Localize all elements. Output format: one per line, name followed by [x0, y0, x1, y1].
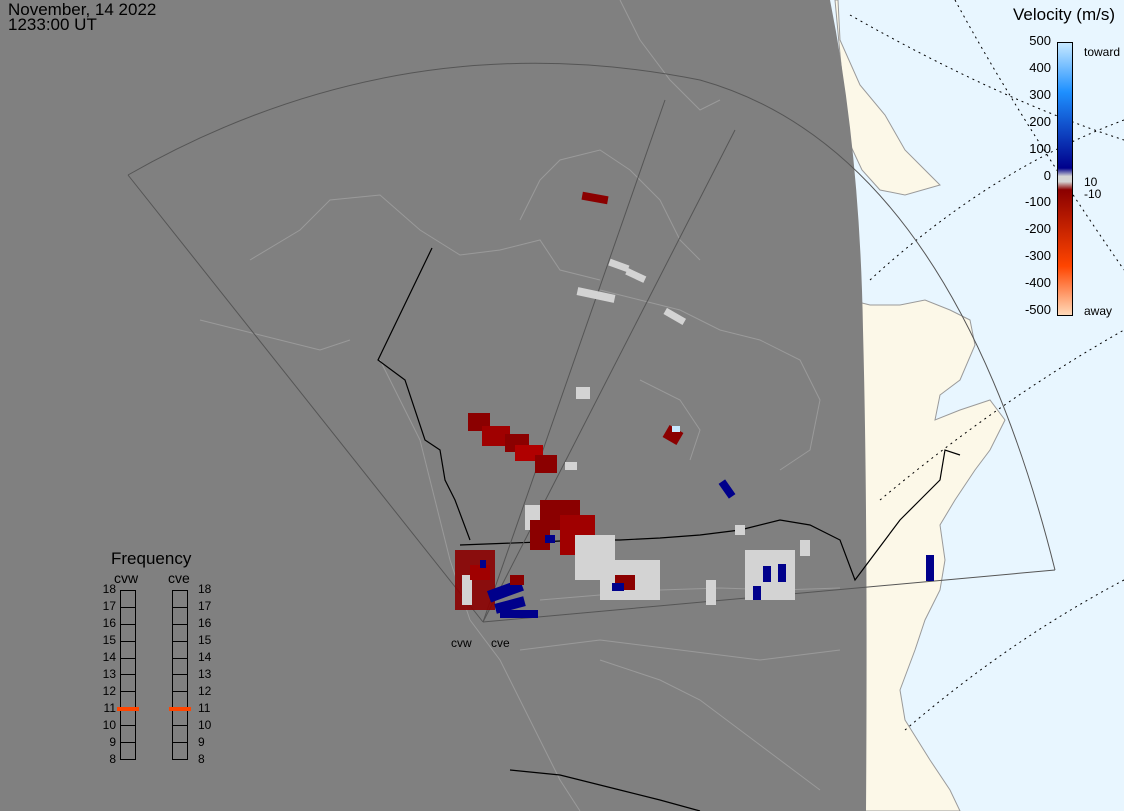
frequency-cell [121, 675, 135, 693]
frequency-cell [173, 675, 187, 693]
frequency-tick-left: 11 [103, 701, 116, 715]
frequency-title: Frequency [111, 549, 192, 568]
frequency-tick-right: 12 [198, 684, 212, 698]
velocity-colorbar [1057, 42, 1073, 316]
time-label: 1233:00 UT [8, 15, 97, 34]
frequency-cell [173, 625, 187, 642]
frequency-tick-right: 14 [198, 650, 212, 664]
colorbar-tick: -400 [1024, 275, 1051, 291]
frequency-radar-cvw: cvw [114, 570, 139, 586]
colorbar-tick: -300 [1024, 248, 1051, 264]
frequency-tick-right: 17 [198, 599, 212, 613]
colorbar-tick: 500 [1029, 33, 1051, 48]
frequency-tick-left: 8 [109, 752, 116, 766]
frequency-tick-left: 16 [102, 616, 116, 630]
colorbar-tick: -200 [1024, 221, 1051, 237]
frequency-marker-cvw [117, 707, 139, 711]
frequency-cell [173, 726, 187, 744]
colorbar-tick: 200 [1029, 113, 1051, 129]
frequency-tick-left: 15 [102, 633, 116, 647]
radar-map [0, 0, 1124, 811]
colorbar-toward-label: toward [1084, 45, 1121, 59]
colorbar-tick: -100 [1024, 194, 1051, 210]
colorbar-title: Velocity (m/s) [1013, 5, 1116, 24]
frequency-tick-left: 17 [102, 599, 116, 613]
frequency-tick-right: 16 [198, 616, 212, 630]
frequency-cell [121, 726, 135, 744]
frequency-tick-right: 11 [198, 701, 211, 715]
frequency-box-cve [172, 590, 188, 760]
colorbar-threshold-neg: -10 [1084, 187, 1102, 201]
frequency-tick-left: 13 [102, 667, 116, 681]
frequency-cell [173, 709, 187, 727]
frequency-tick-left: 14 [102, 650, 116, 664]
frequency-cell [173, 608, 187, 625]
colorbar-tick: 300 [1029, 86, 1051, 102]
frequency-tick-right: 15 [198, 633, 212, 647]
frequency-cell [121, 591, 135, 608]
frequency-box-cvw [120, 590, 136, 760]
site-label-cve: cve [491, 636, 510, 650]
frequency-radar-cve: cve [168, 570, 190, 586]
frequency-cell [173, 591, 187, 608]
frequency-tick-left: 9 [109, 735, 116, 749]
frequency-cell [121, 625, 135, 642]
frequency-tick-left: 12 [102, 684, 116, 698]
frequency-marker-cve [169, 707, 191, 711]
frequency-tick-right: 18 [198, 582, 212, 596]
colorbar-tick: 400 [1029, 59, 1051, 75]
frequency-cell [121, 709, 135, 727]
frequency-cell [121, 608, 135, 625]
frequency-cell [173, 659, 187, 676]
frequency-tick-right: 10 [198, 718, 212, 732]
frequency-cell [121, 642, 135, 659]
colorbar-tick: 0 [1043, 167, 1051, 183]
frequency-tick-right: 13 [198, 667, 212, 681]
frequency-cell [121, 659, 135, 676]
frequency-tick-right: 8 [198, 752, 205, 766]
site-label-cvw: cvw [451, 636, 472, 650]
frequency-tick-left: 10 [102, 718, 116, 732]
frequency-cell [173, 642, 187, 659]
frequency-tick-left: 18 [102, 582, 116, 596]
colorbar-tick: -500 [1024, 302, 1051, 317]
colorbar-tick: 100 [1029, 140, 1051, 156]
frequency-tick-right: 9 [198, 735, 205, 749]
colorbar-away-label: away [1084, 304, 1113, 318]
